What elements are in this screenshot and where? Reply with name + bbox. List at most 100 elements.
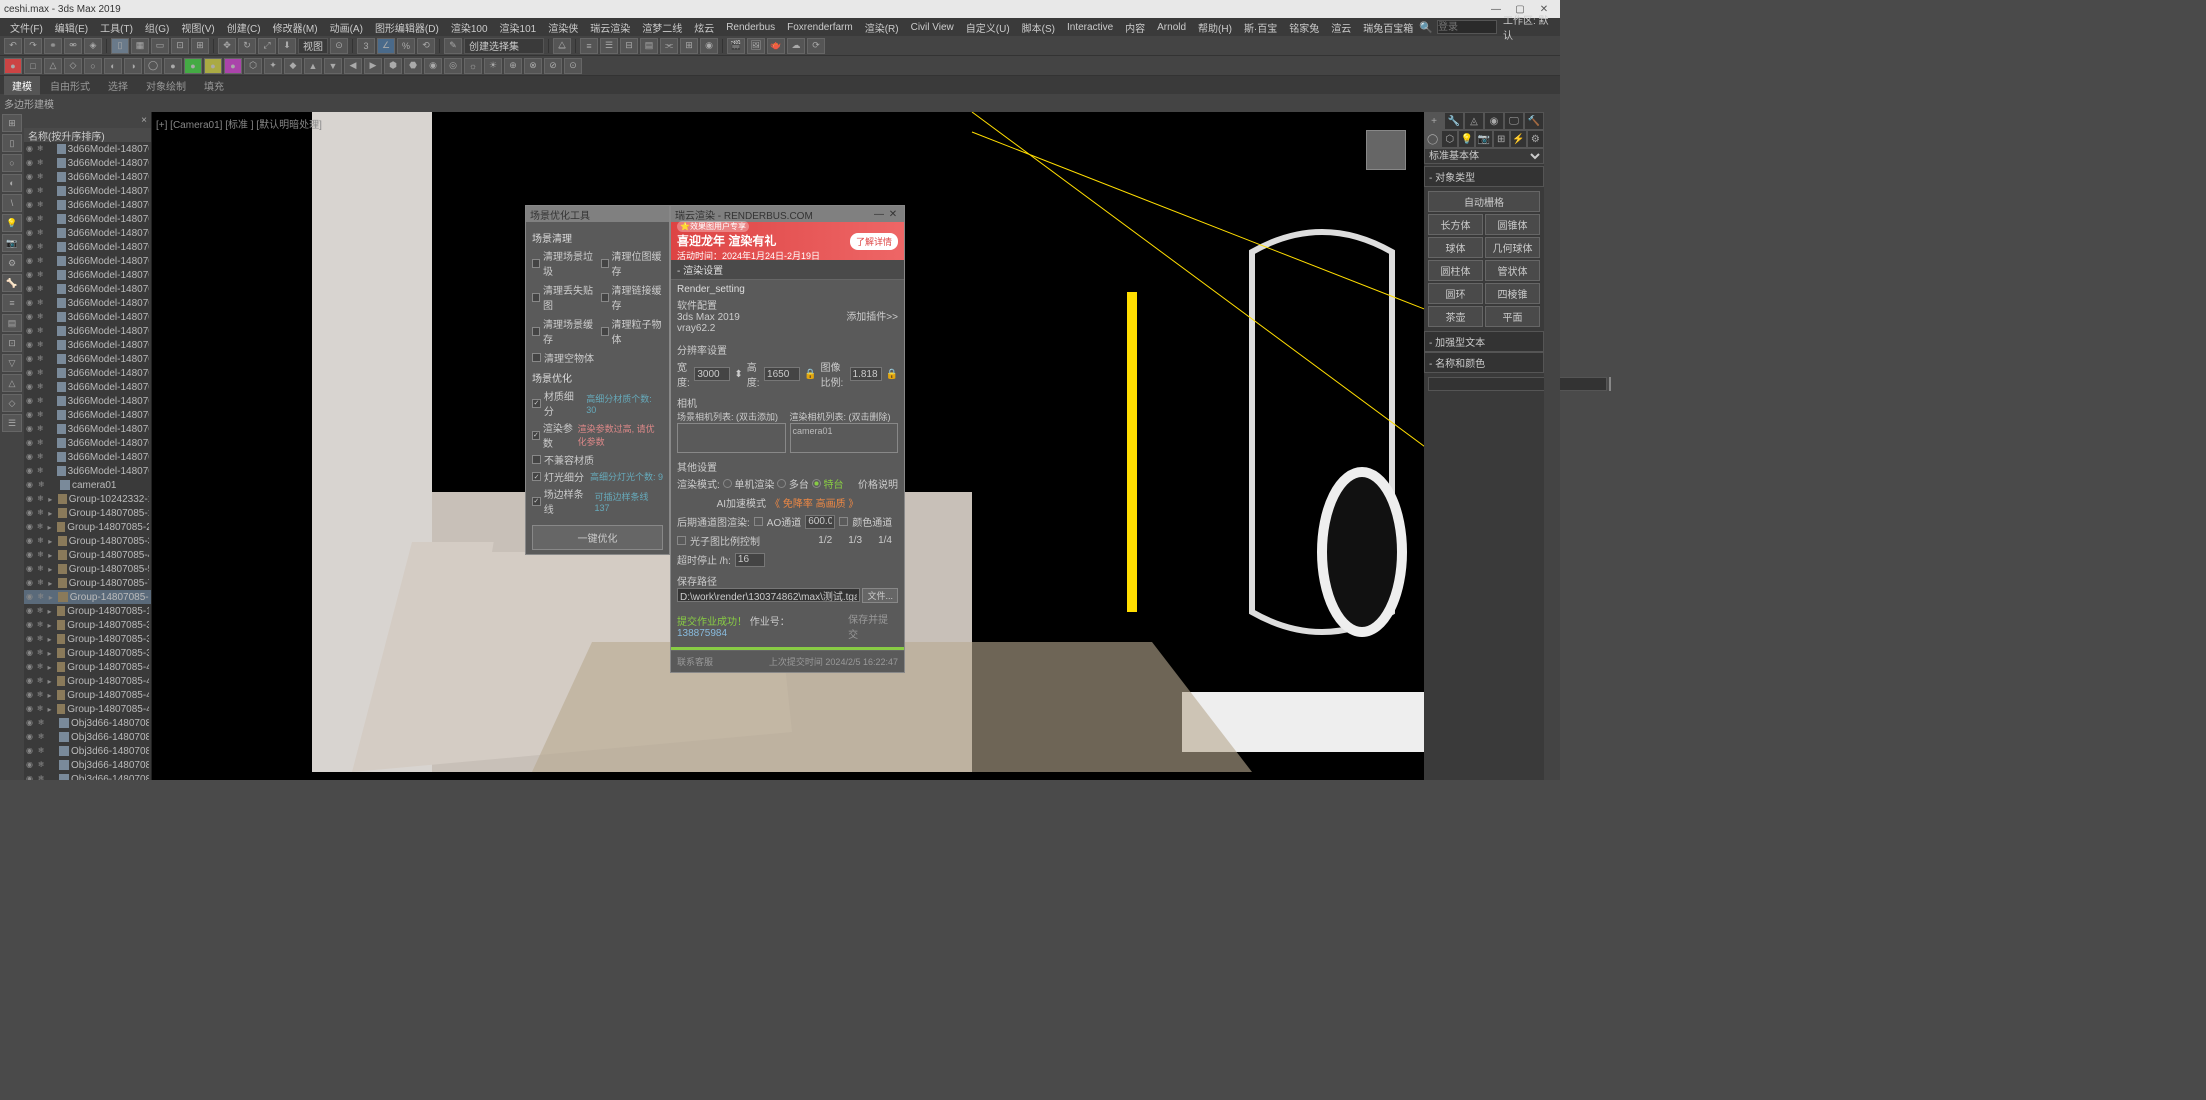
checkbox[interactable]: [601, 259, 609, 268]
expand-icon[interactable]: ▸: [48, 523, 55, 532]
freeze-toggle-icon[interactable]: ❄: [37, 410, 46, 420]
visibility-toggle-icon[interactable]: ◉: [26, 480, 36, 490]
tool-icon[interactable]: ⬢: [384, 58, 402, 74]
freeze-toggle-icon[interactable]: ❄: [37, 704, 46, 714]
checkbox[interactable]: [601, 327, 609, 336]
tool-icon[interactable]: □: [24, 58, 42, 74]
visibility-toggle-icon[interactable]: ◉: [26, 508, 35, 518]
tree-item[interactable]: ◉❄3d66Model-1480706: [24, 408, 151, 422]
tree-item[interactable]: ◉❄▸Group-14807085-2-4: [24, 520, 151, 534]
visibility-toggle-icon[interactable]: ◉: [26, 200, 35, 210]
menu-item[interactable]: 渲染101: [494, 20, 543, 35]
expand-icon[interactable]: ▸: [48, 705, 55, 714]
freeze-toggle-icon[interactable]: ❄: [37, 284, 46, 294]
checkbox[interactable]: [532, 431, 540, 440]
tool-icon[interactable]: ⊕: [504, 58, 522, 74]
menu-item[interactable]: 工具(T): [94, 20, 139, 35]
unlink-icon[interactable]: ⚮: [64, 38, 82, 54]
cameras-subtab[interactable]: 📷: [1475, 130, 1492, 148]
tree-item[interactable]: ◉❄▸Group-14807085-4-: [24, 548, 151, 562]
optimize-button[interactable]: 一键优化: [532, 525, 663, 550]
menu-item[interactable]: 内容: [1119, 20, 1151, 35]
minimize-icon[interactable]: —: [872, 209, 886, 220]
create-object-button[interactable]: 茶壶: [1428, 306, 1483, 327]
shapes-subtab[interactable]: ⬡: [1441, 130, 1458, 148]
freeze-toggle-icon[interactable]: ❄: [38, 746, 48, 756]
toggle-ribbon-icon[interactable]: ▤: [640, 38, 658, 54]
checkbox[interactable]: [532, 353, 541, 362]
filter-icon[interactable]: △: [2, 374, 22, 392]
ref-coord-dropdown[interactable]: 视图: [298, 38, 328, 54]
visibility-toggle-icon[interactable]: ◉: [26, 312, 35, 322]
tree-item[interactable]: ◉❄▸Group-14807085-36-: [24, 618, 151, 632]
tree-item[interactable]: ◉❄▸Group-14807085-1-: [24, 506, 151, 520]
layer-icon[interactable]: ☰: [600, 38, 618, 54]
menu-item[interactable]: 瑞兔百宝箱: [1357, 20, 1419, 35]
freeze-toggle-icon[interactable]: ❄: [37, 144, 46, 154]
freeze-toggle-icon[interactable]: ❄: [37, 340, 46, 350]
menu-item[interactable]: Civil View: [905, 22, 960, 33]
tree-item[interactable]: ◉❄camera01: [24, 478, 151, 492]
percent-snap-icon[interactable]: %: [397, 38, 415, 54]
redo-icon[interactable]: ↷: [24, 38, 42, 54]
tree-item[interactable]: ◉❄3d66Model-1480706: [24, 240, 151, 254]
tree-item[interactable]: ◉❄3d66Model-1480706: [24, 296, 151, 310]
visibility-toggle-icon[interactable]: ◉: [26, 620, 35, 630]
visibility-toggle-icon[interactable]: ◉: [26, 214, 35, 224]
scene-explorer-close[interactable]: ×: [141, 115, 147, 126]
visibility-toggle-icon[interactable]: ◉: [26, 536, 35, 546]
dialog-titlebar[interactable]: 场景优化工具: [526, 206, 669, 222]
tree-item[interactable]: ◉❄3d66Model-1480706: [24, 366, 151, 380]
tree-item[interactable]: ◉❄3d66Model-1480706: [24, 338, 151, 352]
menu-item[interactable]: 铭家兔: [1283, 20, 1325, 35]
mode-cloud-radio[interactable]: [812, 479, 821, 488]
ribbon-tab[interactable]: 填充: [196, 76, 232, 95]
hierarchy-tab[interactable]: ◬: [1464, 112, 1484, 130]
checkbox[interactable]: [532, 497, 541, 506]
freeze-toggle-icon[interactable]: ❄: [38, 774, 48, 780]
visibility-toggle-icon[interactable]: ◉: [26, 382, 35, 392]
tool-icon[interactable]: ◑: [124, 58, 142, 74]
width-input[interactable]: [694, 367, 730, 381]
display-tab[interactable]: 🖵: [1504, 112, 1524, 130]
create-object-button[interactable]: 球体: [1428, 237, 1483, 258]
bind-icon[interactable]: ◈: [84, 38, 102, 54]
visibility-toggle-icon[interactable]: ◉: [26, 690, 35, 700]
expand-icon[interactable]: ▸: [48, 691, 55, 700]
visibility-toggle-icon[interactable]: ◉: [26, 648, 35, 658]
expand-icon[interactable]: ▸: [48, 495, 55, 504]
timeout-input[interactable]: [735, 553, 765, 567]
freeze-toggle-icon[interactable]: ❄: [37, 466, 46, 476]
schematic-icon[interactable]: ⊞: [680, 38, 698, 54]
align-icon[interactable]: ≡: [580, 38, 598, 54]
render-frame-icon[interactable]: 🖼: [747, 38, 765, 54]
create-object-button[interactable]: 圆柱体: [1428, 260, 1483, 281]
ribbon-tab[interactable]: 对象绘制: [138, 76, 194, 95]
menu-item[interactable]: Arnold: [1151, 22, 1192, 33]
select-name-icon[interactable]: ▦: [131, 38, 149, 54]
freeze-toggle-icon[interactable]: ❄: [37, 256, 46, 266]
freeze-toggle-icon[interactable]: ❄: [37, 228, 46, 238]
expand-icon[interactable]: ▸: [48, 551, 55, 560]
undo-icon[interactable]: ↶: [4, 38, 22, 54]
tree-item[interactable]: ◉❄▸Group-14807085-39-: [24, 646, 151, 660]
freeze-toggle-icon[interactable]: ❄: [37, 578, 46, 588]
ribbon-tab[interactable]: 建模: [4, 76, 40, 95]
tool-icon[interactable]: ◇: [64, 58, 82, 74]
mirror-icon[interactable]: ⧋: [553, 38, 571, 54]
freeze-toggle-icon[interactable]: ❄: [37, 452, 46, 462]
tool-icon[interactable]: ⊘: [544, 58, 562, 74]
object-type-rollout[interactable]: - 对象类型: [1424, 166, 1544, 187]
tool-icon[interactable]: ▼: [324, 58, 342, 74]
save-path-input[interactable]: [677, 588, 860, 602]
visibility-toggle-icon[interactable]: ◉: [26, 284, 35, 294]
filter-icon[interactable]: ⚙: [2, 254, 22, 272]
filter-icon[interactable]: ⊞: [2, 114, 22, 132]
expand-icon[interactable]: ▸: [48, 537, 55, 546]
menu-item[interactable]: 修改器(M): [267, 20, 324, 35]
freeze-toggle-icon[interactable]: ❄: [37, 214, 46, 224]
hint-link[interactable]: 高细分灯光个数: 9: [590, 470, 663, 483]
freeze-toggle-icon[interactable]: ❄: [37, 396, 46, 406]
height-input[interactable]: [764, 367, 800, 381]
render-setup-icon[interactable]: 🎬: [727, 38, 745, 54]
